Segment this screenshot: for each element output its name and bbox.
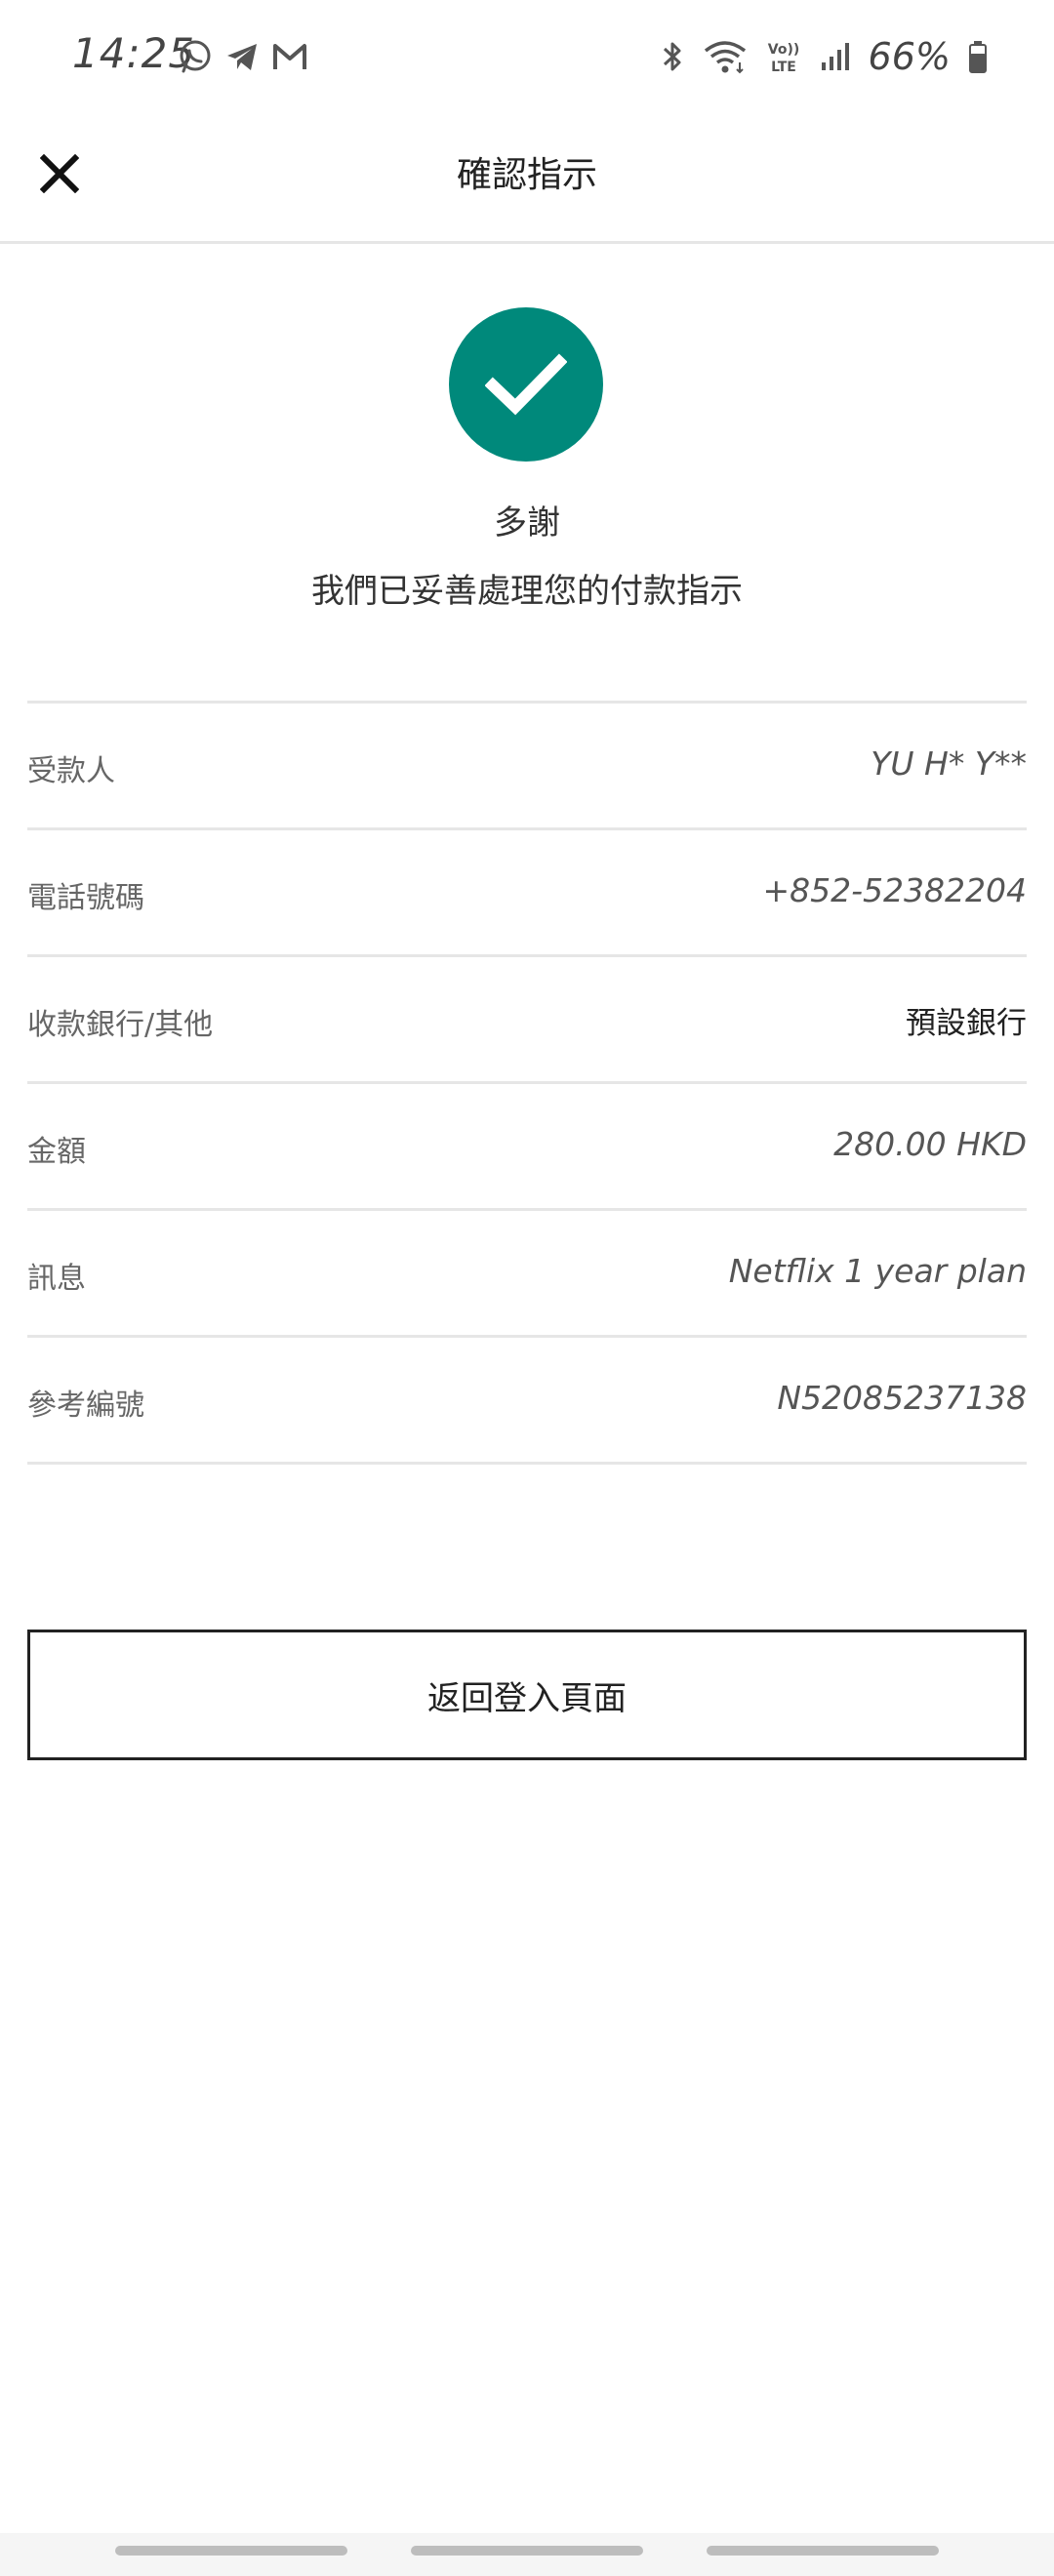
payment-details: 受款人 YU H* Y** 電話號碼 +852-52382204 收款銀行/其他… <box>27 701 1027 1465</box>
volte-label-bottom: LTE <box>771 60 796 74</box>
telegram-icon <box>224 39 260 74</box>
detail-row-bank: 收款銀行/其他 預設銀行 <box>27 957 1027 1084</box>
detail-row-amount: 金額 280.00 HKD <box>27 1084 1027 1211</box>
phone-value: +852-52382204 <box>762 871 1027 909</box>
system-icons: Vo)) LTE 66% <box>660 35 988 78</box>
reference-value: N52085237138 <box>777 1379 1027 1417</box>
nav-home-button[interactable] <box>411 2546 643 2556</box>
thanks-text: 多謝 <box>494 503 560 543</box>
status-bar: 14:25 Vo)) LTE 66% <box>0 0 1054 115</box>
amount-value: 280.00 HKD <box>833 1125 1027 1163</box>
system-nav-bar <box>0 2533 1054 2576</box>
nav-back-button[interactable] <box>707 2546 939 2556</box>
detail-row-message: 訊息 Netflix 1 year plan <box>27 1211 1027 1338</box>
success-badge <box>449 307 603 462</box>
detail-row-phone: 電話號碼 +852-52382204 <box>27 830 1027 957</box>
confirmation-message: 我們已妥善處理您的付款指示 <box>311 572 743 611</box>
detail-label: 電話號碼 <box>27 881 144 915</box>
wifi-icon <box>703 39 748 74</box>
payee-value: YU H* Y** <box>871 745 1027 783</box>
volte-label-top: Vo)) <box>767 42 798 58</box>
message-value: Netflix 1 year plan <box>728 1252 1027 1290</box>
nav-recents-button[interactable] <box>115 2546 347 2556</box>
whatsapp-icon <box>178 39 213 74</box>
battery-percent: 66% <box>868 35 951 78</box>
detail-row-reference: 參考編號 N52085237138 <box>27 1338 1027 1465</box>
return-to-login-button[interactable]: 返回登入頁面 <box>27 1630 1027 1760</box>
bluetooth-icon <box>660 39 685 74</box>
detail-label: 收款銀行/其他 <box>27 1008 214 1042</box>
detail-label: 金額 <box>27 1135 86 1169</box>
volte-icon: Vo)) LTE <box>765 39 802 74</box>
header: 確認指示 <box>0 115 1054 244</box>
check-icon <box>485 350 567 419</box>
detail-label: 參考編號 <box>27 1389 144 1423</box>
battery-icon <box>968 40 988 73</box>
detail-label: 訊息 <box>27 1262 86 1296</box>
gmail-icon <box>271 40 308 73</box>
page-title: 確認指示 <box>456 155 597 195</box>
notification-icons <box>178 39 308 74</box>
detail-label: 受款人 <box>27 754 115 788</box>
bank-value: 預設銀行 <box>906 1006 1027 1041</box>
signal-icon <box>820 41 851 72</box>
detail-row-payee: 受款人 YU H* Y** <box>27 704 1027 830</box>
